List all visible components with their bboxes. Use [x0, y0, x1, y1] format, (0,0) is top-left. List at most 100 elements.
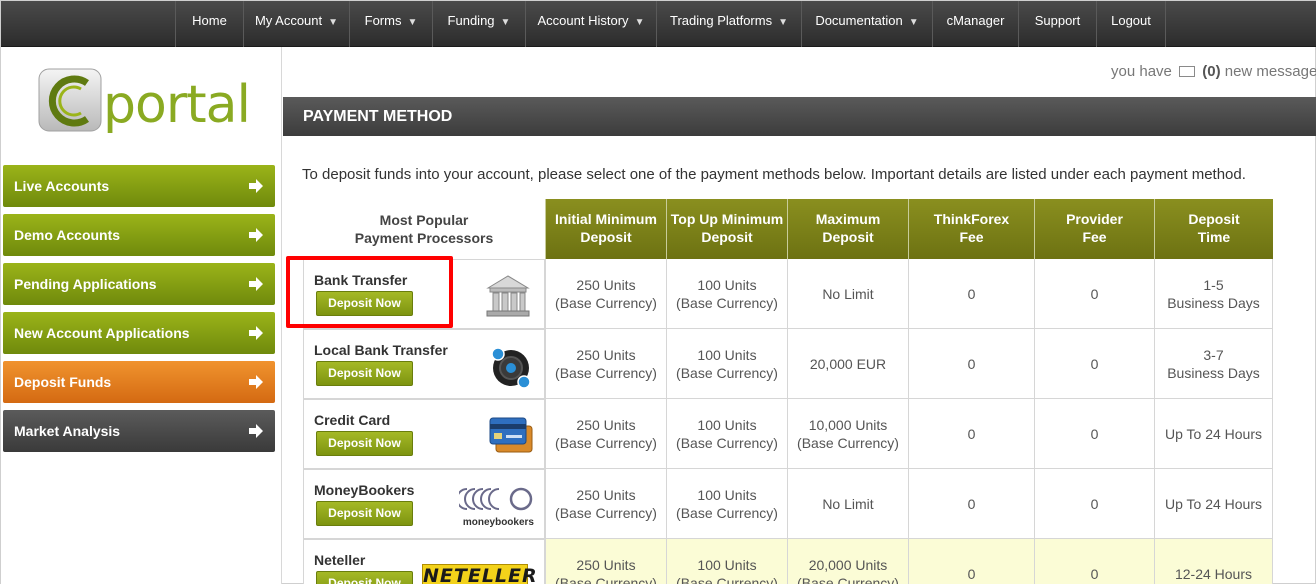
arrow-right-icon: [249, 277, 263, 291]
header-line: Payment Processors: [354, 230, 494, 246]
sidebar-item-label: Live Accounts: [14, 178, 110, 194]
header-line: Fee: [959, 229, 984, 245]
deposit-now-button[interactable]: Deposit Now: [316, 361, 413, 386]
provider-fee-cell: 0: [1034, 329, 1154, 398]
table-row: Neteller Deposit Now NETELLER 250 Units(…: [303, 539, 1273, 584]
maximum-deposit-cell: 20,000 EUR: [787, 329, 908, 398]
header-deposit-time: Deposit Time: [1154, 199, 1273, 259]
deposit-time-cell: Up To 24 Hours: [1154, 469, 1273, 538]
cell-line: 100 Units: [697, 346, 757, 363]
cell-line: Up To 24 Hours: [1164, 425, 1262, 442]
cell-line: 0: [1090, 285, 1099, 302]
header-line: Time: [1197, 229, 1231, 245]
nav-account-history[interactable]: Account History ▼: [525, 1, 656, 47]
arrow-right-icon: [249, 375, 263, 389]
nav-home[interactable]: Home: [175, 1, 243, 47]
header-line: ThinkForex: [933, 211, 1010, 227]
processor-name: Local Bank Transfer: [314, 342, 448, 358]
header-line: Maximum: [815, 211, 881, 227]
cell-line: 0: [1090, 355, 1099, 372]
arrow-right-icon: [249, 326, 263, 340]
nav-trading-platforms-label: Trading Platforms: [669, 13, 773, 28]
cell-line: Business Days: [1167, 364, 1260, 381]
initial-minimum-deposit-cell: 250 Units (Base Currency): [545, 259, 666, 328]
nav-documentation[interactable]: Documentation ▼: [801, 1, 932, 47]
cell-line: 250 Units: [576, 556, 636, 573]
cell-line: 10,000 Units: [808, 416, 888, 433]
cell-line: 3-7: [1203, 346, 1224, 363]
nav-support[interactable]: Support: [1018, 1, 1096, 47]
messages-suffix: new message: [1224, 63, 1316, 80]
table-row: Local Bank Transfer Deposit Now 250 Unit…: [303, 329, 1273, 399]
deposit-time-cell: Up To 24 Hours: [1154, 399, 1273, 468]
thinkforex-fee-cell: 0: [908, 539, 1034, 584]
processor-name: Neteller: [314, 552, 366, 568]
cell-line: (Base Currency): [676, 434, 778, 451]
header-initial-minimum-deposit: Initial Minimum Deposit: [545, 199, 666, 259]
cell-line: 100 Units: [697, 556, 757, 573]
cell-line: (Base Currency): [676, 294, 778, 311]
cell-line: 100 Units: [697, 276, 757, 293]
cell-line: (Base Currency): [555, 294, 657, 311]
cell-line: 0: [967, 425, 976, 442]
cell-line: 0: [1090, 495, 1099, 512]
arrow-right-icon: [249, 179, 263, 193]
header-line: Fee: [1082, 229, 1107, 245]
cell-line: 0: [1090, 565, 1099, 582]
cell-line: 250 Units: [576, 416, 636, 433]
cell-line: Up To 24 Hours: [1164, 495, 1262, 512]
top-up-minimum-deposit-cell: 100 Units (Base Currency): [666, 539, 787, 584]
maximum-deposit-cell: 10,000 Units (Base Currency): [787, 399, 908, 468]
maximum-deposit-cell: No Limit: [787, 259, 908, 328]
header-line: Deposit: [1188, 211, 1240, 227]
cell-line: No Limit: [822, 495, 874, 512]
cell-line: 100 Units: [697, 486, 757, 503]
maximum-deposit-cell: No Limit: [787, 469, 908, 538]
nav-account-history-label: Account History: [537, 13, 629, 28]
provider-fee-cell: 0: [1034, 399, 1154, 468]
cell-line: 12-24 Hours: [1174, 565, 1253, 582]
bank-icon: [486, 275, 530, 317]
top-up-minimum-deposit-cell: 100 Units (Base Currency): [666, 259, 787, 328]
sidebar-item-market-analysis[interactable]: Market Analysis: [3, 410, 275, 452]
deposit-now-button[interactable]: Deposit Now: [316, 431, 413, 456]
cell-line: No Limit: [822, 285, 874, 302]
top-up-minimum-deposit-cell: 100 Units (Base Currency): [666, 399, 787, 468]
nav-funding-label: Funding: [447, 13, 495, 28]
sidebar-item-deposit-funds[interactable]: Deposit Funds: [3, 361, 275, 403]
nav-trading-platforms[interactable]: Trading Platforms ▼: [656, 1, 801, 47]
header-maximum-deposit: Maximum Deposit: [787, 199, 908, 259]
sidebar-item-pending-applications[interactable]: Pending Applications: [3, 263, 275, 305]
header-payment-processors: Most Popular Payment Processors: [303, 201, 545, 259]
nav-cmanager-label: cManager: [946, 13, 1005, 28]
sidebar-item-demo-accounts[interactable]: Demo Accounts: [3, 214, 275, 256]
sidebar-item-new-account-applications[interactable]: New Account Applications: [3, 312, 275, 354]
cell-line: Business Days: [1167, 294, 1260, 311]
payment-processor-cell: Credit Card Deposit Now: [303, 399, 545, 468]
provider-fee-cell: 0: [1034, 539, 1154, 584]
deposit-now-button[interactable]: Deposit Now: [316, 501, 413, 526]
cell-line: 0: [967, 565, 976, 582]
nav-funding[interactable]: Funding ▼: [432, 1, 525, 47]
nav-my-account[interactable]: My Account ▼: [243, 1, 349, 47]
messages-prefix: you have: [1111, 63, 1172, 80]
header-line: Initial Minimum: [555, 211, 657, 227]
cell-line: (Base Currency): [797, 574, 899, 584]
nav-logout[interactable]: Logout: [1096, 1, 1166, 47]
cell-line: (Base Currency): [555, 434, 657, 451]
portal-logo[interactable]: portal: [37, 67, 251, 139]
nav-forms[interactable]: Forms ▼: [349, 1, 432, 47]
sidebar-item-live-accounts[interactable]: Live Accounts: [3, 165, 275, 207]
chevron-down-icon: ▼: [634, 17, 645, 28]
thinkforex-fee-cell: 0: [908, 259, 1034, 328]
deposit-now-button[interactable]: Deposit Now: [316, 571, 413, 584]
cell-line: (Base Currency): [555, 364, 657, 381]
nav-cmanager[interactable]: cManager: [932, 1, 1018, 47]
initial-minimum-deposit-cell: 250 Units (Base Currency): [545, 469, 666, 538]
sidebar-item-label: New Account Applications: [14, 325, 190, 341]
cell-line: 0: [967, 285, 976, 302]
top-navigation: Home My Account ▼ Forms ▼ Funding ▼ Account…: [1, 1, 1316, 47]
cell-line: 250 Units: [576, 346, 636, 363]
messages-notice[interactable]: you have (0) new message: [1111, 63, 1316, 80]
header-line: Top Up Minimum: [670, 211, 784, 227]
